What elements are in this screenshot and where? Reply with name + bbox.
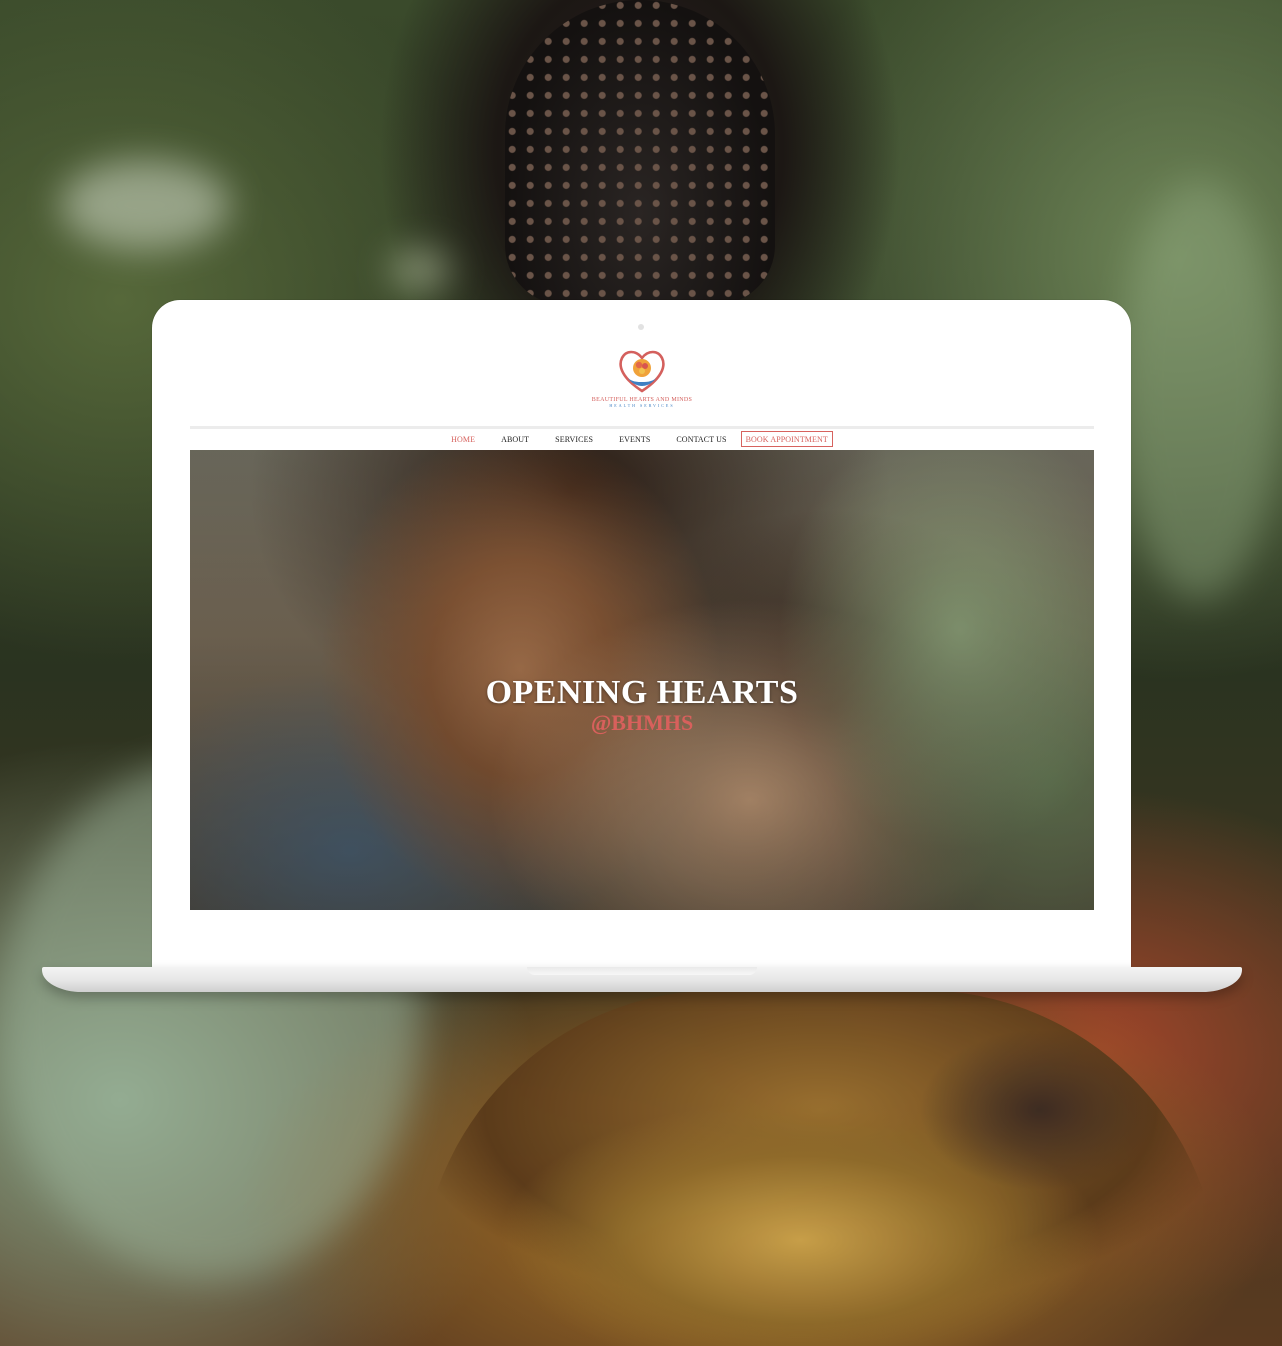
hero-handle: @BHMHS [590, 710, 694, 735]
nav-home[interactable]: HOME [451, 435, 475, 444]
main-nav: HOME ABOUT SERVICES EVENTS CONTACT US BO… [190, 430, 1094, 448]
laptop-base [42, 967, 1242, 992]
header-divider [190, 426, 1094, 429]
hero-title: OPENING HEARTS [485, 674, 799, 711]
laptop-base-notch [527, 967, 757, 975]
laptop-screen-frame: BEAUTIFUL HEARTS AND MINDS HEALTH SERVIC… [152, 300, 1131, 972]
book-appointment-button[interactable]: BOOK APPOINTMENT [740, 431, 833, 447]
site-logo[interactable]: BEAUTIFUL HEARTS AND MINDS HEALTH SERVIC… [190, 344, 1094, 424]
buddha-statue-head [505, 0, 775, 305]
nav-events[interactable]: EVENTS [619, 435, 650, 444]
nav-about[interactable]: ABOUT [501, 435, 529, 444]
hero-banner: OPENING HEARTS @BHMHS [190, 450, 1094, 910]
logo-subtitle: HEALTH SERVICES [609, 403, 675, 408]
website-screen: BEAUTIFUL HEARTS AND MINDS HEALTH SERVIC… [190, 338, 1094, 910]
heart-hands-logo-icon [619, 350, 665, 393]
nav-services[interactable]: SERVICES [555, 435, 593, 444]
nav-contact-us[interactable]: CONTACT US [676, 435, 726, 444]
camera-dot [638, 324, 644, 330]
buddha-statue-body [420, 990, 1220, 1346]
